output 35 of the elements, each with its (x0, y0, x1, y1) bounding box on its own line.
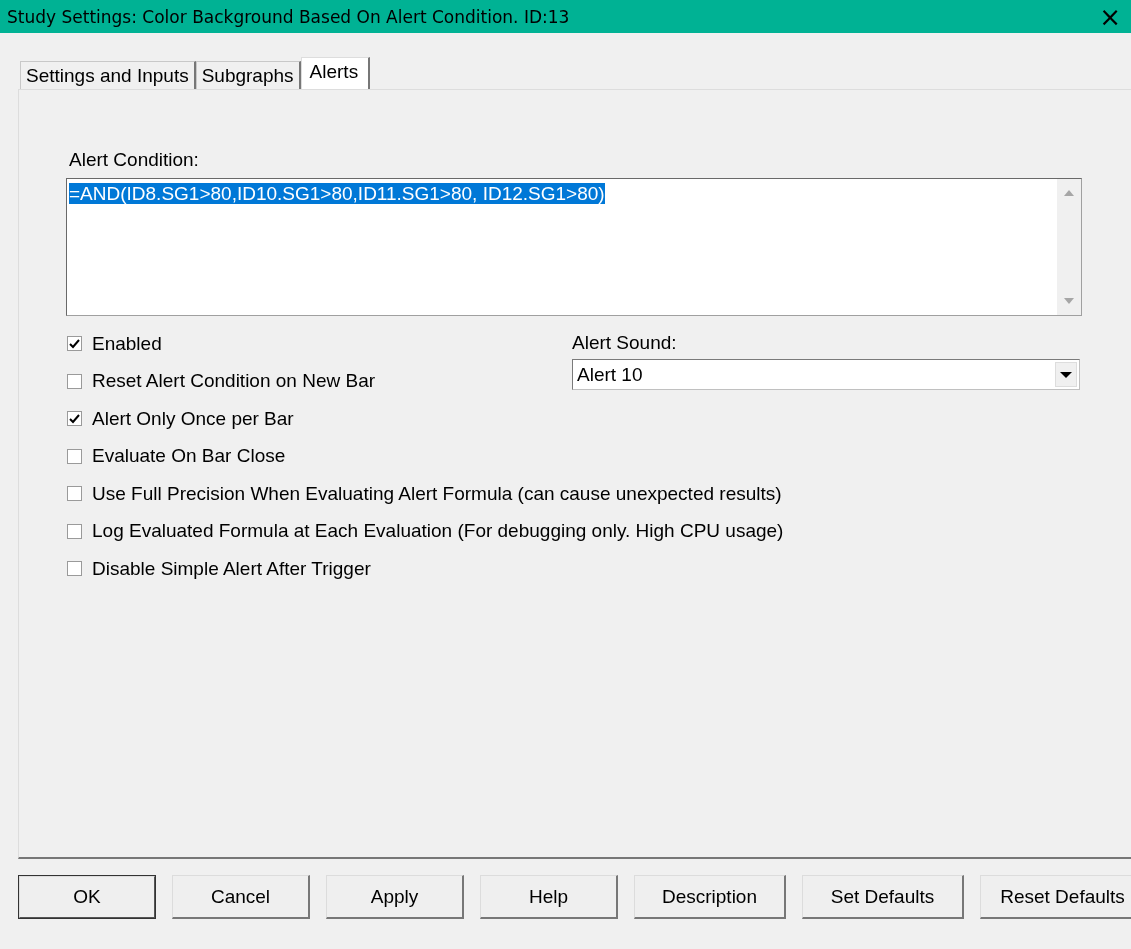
checkbox[interactable] (67, 561, 82, 577)
dialog-button[interactable]: Apply (326, 875, 464, 919)
window-title: Study Settings: Color Background Based On Alert Condition. ID:13 (7, 6, 570, 27)
checkbox[interactable] (67, 336, 82, 352)
checkbox-label[interactable]: Use Full Precision When Evaluating Alert Formula (can cause unexpected results) (92, 482, 782, 505)
checkbox-label[interactable]: Disable Simple Alert After Trigger (92, 557, 371, 580)
dialog-button[interactable]: Cancel (172, 875, 310, 919)
condition-field[interactable]: =AND(ID8.SG1>80,ID10.SG1>80,ID11.SG1>80, ID12.SG1>80) (66, 178, 1082, 316)
scroll-up-icon[interactable] (1063, 189, 1075, 197)
dialog-button[interactable]: Help (480, 875, 618, 919)
tab[interactable]: Subgraphs (195, 61, 301, 89)
alert-sound-dropdown[interactable]: Alert 10 (572, 359, 1080, 390)
scrollbar[interactable] (1057, 179, 1081, 315)
checkbox[interactable] (67, 411, 82, 427)
dropdown-arrow-icon (1059, 370, 1073, 379)
checkbox-label[interactable]: Enabled (92, 332, 162, 355)
checkbox-label[interactable]: Evaluate On Bar Close (92, 445, 286, 468)
field-label: Alert Condition: (69, 149, 200, 171)
field-label: Alert Sound: (572, 332, 678, 355)
dialog-button[interactable]: OK (18, 875, 156, 919)
scroll-down-icon[interactable] (1063, 297, 1075, 305)
dialog-button[interactable]: Reset Defaults (980, 875, 1131, 919)
checkbox[interactable] (67, 486, 82, 502)
tab[interactable]: Alerts (300, 57, 371, 89)
checkbox[interactable] (67, 373, 82, 389)
checkbox[interactable] (67, 523, 82, 539)
dialog-button[interactable]: Set Defaults (802, 875, 964, 919)
checkbox[interactable] (67, 448, 82, 464)
checkbox-label[interactable]: Reset Alert Condition on New Bar (92, 370, 376, 393)
condition-text: =AND(ID8.SG1>80,ID10.SG1>80,ID11.SG1>80, ID12.SG1>80) (69, 183, 605, 204)
dialog-button[interactable]: Description (634, 875, 786, 919)
tab[interactable]: Settings and Inputs (20, 61, 196, 89)
checkbox-label[interactable]: Alert Only Once per Bar (92, 407, 294, 430)
checkbox-label[interactable]: Log Evaluated Formula at Each Evaluation (For debugging only. High CPU usage) (92, 520, 784, 543)
close-button[interactable]: × (1089, 3, 1131, 30)
